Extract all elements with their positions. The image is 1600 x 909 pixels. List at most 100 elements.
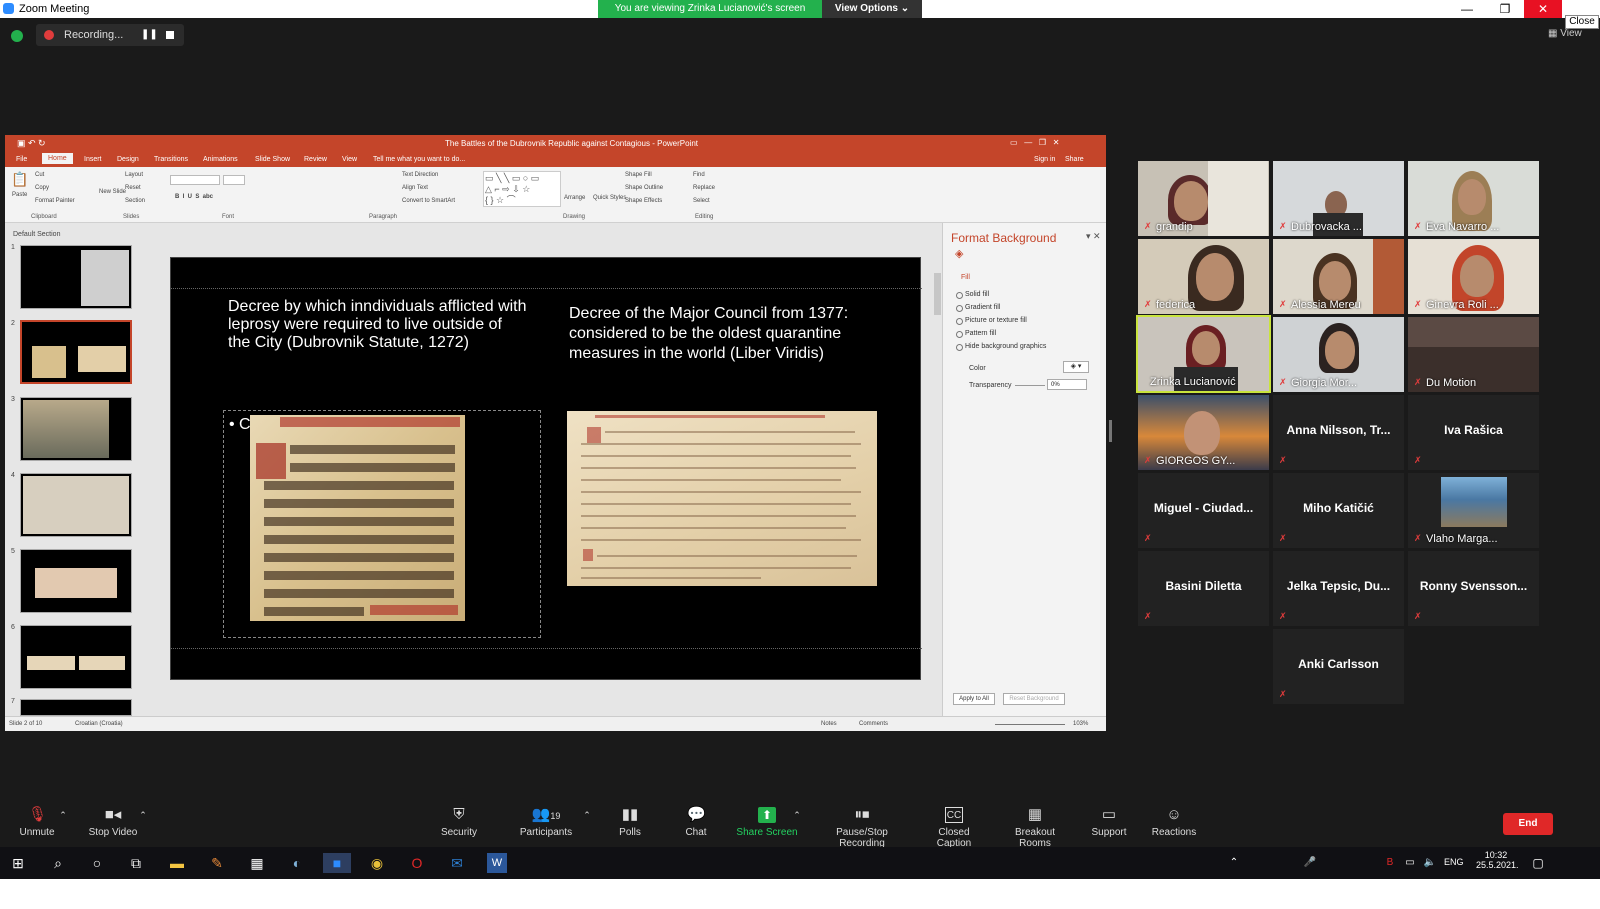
participant-tile[interactable]: ✗ GIORGOS GY... bbox=[1138, 395, 1269, 470]
share-screen-button[interactable]: ⬆ Share Screen bbox=[736, 800, 798, 846]
tab-review[interactable]: Review bbox=[304, 156, 327, 163]
tray-icons[interactable]: ⌃ bbox=[1224, 853, 1244, 873]
audio-options-chevron-icon[interactable]: ⌃ bbox=[58, 800, 68, 846]
network-icon[interactable]: ▭ bbox=[1400, 853, 1420, 873]
participant-tile[interactable]: ✗ Giorgia Mor... bbox=[1273, 317, 1404, 392]
microphone-tray-icon[interactable]: 🎤 bbox=[1300, 853, 1320, 873]
minimize-button[interactable]: — bbox=[1448, 0, 1486, 18]
language-status[interactable]: Croatian (Croatia) bbox=[75, 721, 123, 727]
transparency-slider[interactable] bbox=[1015, 385, 1045, 386]
slide-thumbnail-5[interactable] bbox=[20, 549, 132, 613]
text-direction-button[interactable]: Text Direction bbox=[402, 172, 438, 178]
participant-tile[interactable]: ✗ Eva Navarro ... bbox=[1408, 161, 1539, 236]
find-button[interactable]: Find bbox=[693, 172, 705, 178]
zoom-level[interactable]: 103% bbox=[1073, 721, 1088, 727]
section-button[interactable]: Section bbox=[125, 198, 145, 204]
apply-to-all-button[interactable]: Apply to All bbox=[953, 693, 995, 705]
layout-button[interactable]: Layout bbox=[125, 172, 143, 178]
participant-tile[interactable]: Ronny Svensson... ✗ bbox=[1408, 551, 1539, 626]
participants-chevron-icon[interactable]: ⌃ bbox=[582, 800, 592, 846]
scrollbar-thumb[interactable] bbox=[934, 273, 941, 315]
security-shield-icon[interactable] bbox=[11, 30, 23, 42]
close-pane-icon[interactable]: ▾ ✕ bbox=[1086, 231, 1101, 242]
security-button[interactable]: ⛨ Security bbox=[436, 800, 482, 846]
opera-icon[interactable]: O bbox=[407, 853, 427, 873]
format-painter-button[interactable]: Format Painter bbox=[35, 198, 75, 204]
copy-button[interactable]: Copy bbox=[35, 185, 49, 191]
slide-thumbnail-2[interactable] bbox=[20, 320, 132, 384]
shape-fill-button[interactable]: Shape Fill bbox=[625, 172, 652, 178]
shapes-gallery[interactable]: ▭ ╲ ╲ ▭ ○ ▭ △ ⌐ ⇨ ⇩ ☆{ } ☆ ⌒ bbox=[483, 171, 561, 207]
select-button[interactable]: Select bbox=[693, 198, 710, 204]
participant-tile[interactable]: Miho Katičić ✗ bbox=[1273, 473, 1404, 548]
participant-tile[interactable]: ✗ Du Motion bbox=[1408, 317, 1539, 392]
tell-me-search[interactable]: Tell me what you want to do... bbox=[373, 156, 465, 163]
slide-thumbnail-6[interactable] bbox=[20, 625, 132, 689]
app-icon[interactable]: ◐ bbox=[287, 853, 307, 873]
save-icon[interactable]: ▣ ↶ ↻ bbox=[17, 138, 46, 149]
share-options-chevron-icon[interactable]: ⌃ bbox=[792, 800, 802, 846]
sign-in-link[interactable]: Sign in bbox=[1034, 156, 1055, 163]
video-options-chevron-icon[interactable]: ⌃ bbox=[138, 800, 148, 846]
participant-tile[interactable]: Anna Nilsson, Tr... ✗ bbox=[1273, 395, 1404, 470]
task-view-icon[interactable]: ⧉ bbox=[126, 853, 146, 873]
participant-tile[interactable]: ✗ grandip bbox=[1138, 161, 1269, 236]
view-options-button[interactable]: View Options ⌄ bbox=[822, 0, 922, 18]
arrange-button[interactable]: Arrange bbox=[564, 195, 585, 201]
tab-transitions[interactable]: Transitions bbox=[154, 156, 188, 163]
gradient-fill-radio[interactable]: Gradient fill bbox=[955, 304, 1000, 312]
picture-fill-radio[interactable]: Picture or texture fill bbox=[956, 317, 1027, 325]
slide-canvas[interactable]: Decree by which inndividuals afflicted w… bbox=[170, 257, 922, 680]
slide-right-title[interactable]: Decree of the Major Council from 1377: c… bbox=[569, 304, 889, 364]
zoom-slider[interactable] bbox=[995, 724, 1065, 725]
panel-splitter[interactable] bbox=[1109, 420, 1112, 442]
ppt-window-controls[interactable]: ▭ — ❐ ✕ bbox=[1010, 138, 1059, 147]
color-picker-button[interactable]: ◈ ▾ bbox=[1063, 361, 1089, 373]
comments-button[interactable]: Comments bbox=[859, 721, 888, 727]
zoom-taskbar-icon[interactable]: ■ bbox=[323, 853, 351, 873]
paint-icon[interactable]: ✎ bbox=[207, 853, 227, 873]
slide-thumbnail-3[interactable] bbox=[20, 397, 132, 461]
paste-icon[interactable]: 📋 bbox=[11, 171, 28, 188]
solid-fill-radio[interactable]: Solid fill bbox=[955, 291, 989, 299]
paste-label[interactable]: Paste bbox=[12, 192, 27, 198]
participant-tile[interactable]: ✗ federica bbox=[1138, 239, 1269, 314]
cortana-icon[interactable]: ○ bbox=[87, 853, 107, 873]
fill-bucket-icon[interactable]: ◈ bbox=[955, 247, 963, 260]
quick-styles-button[interactable]: Quick Styles bbox=[593, 195, 626, 201]
transparency-input[interactable]: 0% bbox=[1047, 379, 1087, 390]
search-icon[interactable]: ⌕ bbox=[48, 853, 68, 873]
participant-tile[interactable]: ✗ Alessia Mereu bbox=[1273, 239, 1404, 314]
support-button[interactable]: ▭ Support bbox=[1086, 800, 1132, 846]
font-size-field[interactable] bbox=[223, 175, 245, 185]
new-slide-button[interactable]: New Slide bbox=[99, 189, 126, 195]
pattern-fill-radio[interactable]: Pattern fill bbox=[955, 330, 996, 338]
restore-button[interactable]: ❐ bbox=[1486, 0, 1524, 18]
participants-button[interactable]: 👥19 Participants bbox=[516, 800, 576, 846]
replace-button[interactable]: Replace bbox=[693, 185, 715, 191]
file-explorer-icon[interactable]: ▬ bbox=[167, 853, 187, 873]
closed-caption-button[interactable]: CC Closed Caption bbox=[920, 800, 988, 849]
volume-icon[interactable]: 🔈 bbox=[1420, 853, 1440, 873]
slide-thumbnail-7[interactable] bbox=[20, 699, 132, 716]
slide-thumbnail-4[interactable] bbox=[20, 473, 132, 537]
input-language[interactable]: ENG bbox=[1444, 857, 1464, 867]
shape-outline-button[interactable]: Shape Outline bbox=[625, 185, 663, 191]
hide-bg-graphics-checkbox[interactable]: Hide background graphics bbox=[955, 343, 1046, 351]
participant-tile[interactable]: ✗ Vlaho Marga... bbox=[1408, 473, 1539, 548]
cut-button[interactable]: Cut bbox=[35, 172, 44, 178]
pause-recording-icon[interactable]: ❚❚ bbox=[141, 29, 158, 40]
tab-design[interactable]: Design bbox=[117, 156, 139, 163]
tab-file[interactable]: File bbox=[16, 156, 27, 163]
end-meeting-button[interactable]: End bbox=[1503, 813, 1553, 835]
participant-tile[interactable]: Basini Diletta ✗ bbox=[1138, 551, 1269, 626]
close-button[interactable]: ✕ bbox=[1524, 0, 1562, 18]
stop-recording-icon[interactable] bbox=[166, 31, 174, 39]
notifications-icon[interactable]: ▢ bbox=[1528, 853, 1548, 873]
participant-tile[interactable]: Jelka Tepsic, Du... ✗ bbox=[1273, 551, 1404, 626]
word-icon[interactable]: W bbox=[487, 853, 507, 873]
tab-slide-show[interactable]: Slide Show bbox=[255, 156, 290, 163]
slide-left-title[interactable]: Decree by which inndividuals afflicted w… bbox=[228, 298, 528, 352]
outlook-icon[interactable]: ✉ bbox=[447, 853, 467, 873]
chat-button[interactable]: 💬 Chat bbox=[678, 800, 714, 846]
